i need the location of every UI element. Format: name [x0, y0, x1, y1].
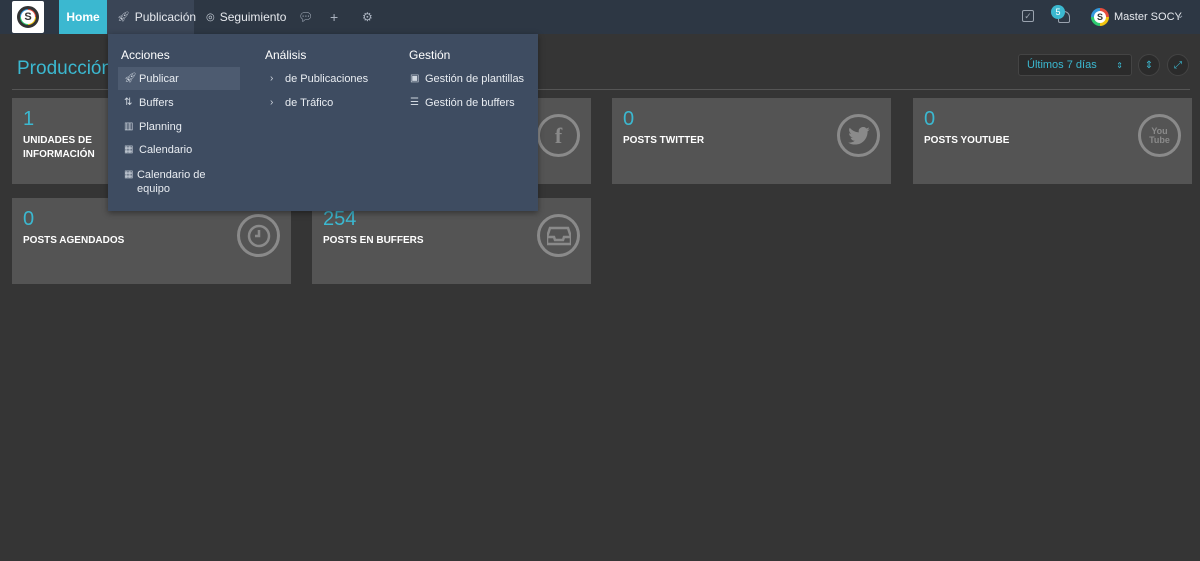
- nav-publicacion-label: Publicación: [134, 10, 197, 24]
- nav-home[interactable]: Home: [59, 0, 107, 34]
- page-title: Producción: [17, 58, 113, 79]
- expand-button[interactable]: ⤢: [1167, 54, 1189, 76]
- nav-publicacion[interactable]: 🚀︎ Publicación: [107, 0, 197, 34]
- nav-seguimiento[interactable]: ◎ Seguimiento: [196, 0, 296, 34]
- menu-item-planning[interactable]: ▥ Planning: [124, 121, 182, 133]
- facebook-icon: f: [537, 114, 580, 157]
- gear-icon[interactable]: ⚙: [352, 0, 383, 34]
- nav-seguimiento-label: Seguimiento: [219, 10, 287, 24]
- menu-item-label: Calendario de equipo: [136, 169, 206, 195]
- select-arrows-icon: ⇕: [1116, 60, 1123, 70]
- menu-item-label: de Tráfico: [285, 97, 334, 109]
- chevron-down-icon[interactable]: ⌄: [1176, 10, 1184, 21]
- inbox-icon: [537, 214, 580, 257]
- template-icon: ▣: [410, 73, 420, 84]
- menu-item-label: Publicar: [139, 73, 179, 85]
- sort-icon: ⇕: [1144, 59, 1154, 71]
- card-label: POSTS AGENDADOS: [23, 235, 125, 246]
- card-youtube: 0 POSTS YOUTUBE You Tube: [913, 98, 1192, 184]
- clock-icon: [237, 214, 280, 257]
- card-value: 254: [323, 208, 357, 230]
- avatar[interactable]: S: [1091, 8, 1109, 26]
- calendar-icon: ▦: [124, 169, 134, 180]
- target-icon: ◎: [206, 11, 215, 23]
- menu-item-buffers[interactable]: ⇅ Buffers: [124, 97, 174, 109]
- menu-item-label: de Publicaciones: [285, 73, 369, 85]
- gestion-heading: Gestión: [409, 48, 451, 62]
- menu-item-calendario-equipo[interactable]: ▦ Calendario de equipo: [124, 168, 224, 196]
- card-twitter: 0 POSTS TWITTER: [612, 98, 891, 184]
- plus-icon[interactable]: +: [320, 0, 348, 34]
- menu-item-gestion-buffers[interactable]: ☰ Gestión de buffers: [410, 97, 515, 109]
- expand-icon: ⤢: [1174, 59, 1182, 71]
- comments-icon[interactable]: 💬︎: [288, 0, 323, 34]
- menu-item-gestion-plantillas[interactable]: ▣ Gestión de plantillas: [410, 73, 524, 85]
- tasks-check-icon[interactable]: ✓: [1022, 10, 1034, 22]
- menu-item-label: Calendario: [139, 144, 193, 156]
- date-range-select[interactable]: Últimos 7 días ⇕: [1018, 54, 1132, 76]
- sort-button[interactable]: ⇕: [1138, 54, 1160, 76]
- sliders-icon: ☰: [410, 97, 419, 108]
- app-logo[interactable]: S: [12, 1, 44, 33]
- twitter-icon: [837, 114, 880, 157]
- menu-item-label: Buffers: [139, 97, 174, 109]
- rocket-icon: 🚀︎: [117, 11, 130, 23]
- menu-item-label: Gestión de plantillas: [425, 73, 525, 85]
- menu-item-calendario[interactable]: ▦ Calendario: [124, 144, 192, 156]
- chevron-right-icon: ›: [270, 97, 274, 108]
- top-navbar: S Home 🚀︎ Publicación ◎ Seguimiento 💬︎ +…: [0, 0, 1200, 34]
- acciones-heading: Acciones: [121, 48, 170, 62]
- card-label: POSTS YOUTUBE: [924, 135, 1010, 146]
- calendar-icon: ▦: [124, 144, 134, 155]
- sort-list-icon: ⇅: [124, 97, 133, 108]
- analisis-heading: Análisis: [265, 48, 307, 62]
- youtube-icon: You Tube: [1138, 114, 1181, 157]
- logo-icon: S: [17, 6, 39, 28]
- card-label: POSTS EN BUFFERS: [323, 235, 424, 246]
- rocket-icon: 🚀︎: [124, 73, 137, 84]
- card-value: 1: [23, 108, 35, 130]
- card-value: 0: [623, 108, 635, 130]
- menu-item-label: Planning: [139, 121, 182, 133]
- card-value: 0: [924, 108, 936, 130]
- menu-item-publicar[interactable]: 🚀︎ Publicar: [118, 67, 240, 90]
- chevron-right-icon: ›: [270, 73, 274, 84]
- card-value: 0: [23, 208, 35, 230]
- user-name[interactable]: Master SOCY: [1114, 11, 1182, 23]
- menu-item-label: Gestión de buffers: [425, 97, 515, 109]
- map-icon: ▥: [124, 121, 134, 132]
- publicacion-dropdown: Acciones Análisis Gestión 🚀︎ Publicar ⇅ …: [108, 34, 538, 211]
- notifications-badge: 5: [1051, 5, 1065, 19]
- date-range-value: Últimos 7 días: [1027, 59, 1097, 71]
- menu-item-analisis-publicaciones[interactable]: › de Publicaciones: [270, 73, 368, 85]
- card-label: POSTS TWITTER: [623, 135, 705, 146]
- menu-item-analisis-trafico[interactable]: › de Tráfico: [270, 97, 333, 109]
